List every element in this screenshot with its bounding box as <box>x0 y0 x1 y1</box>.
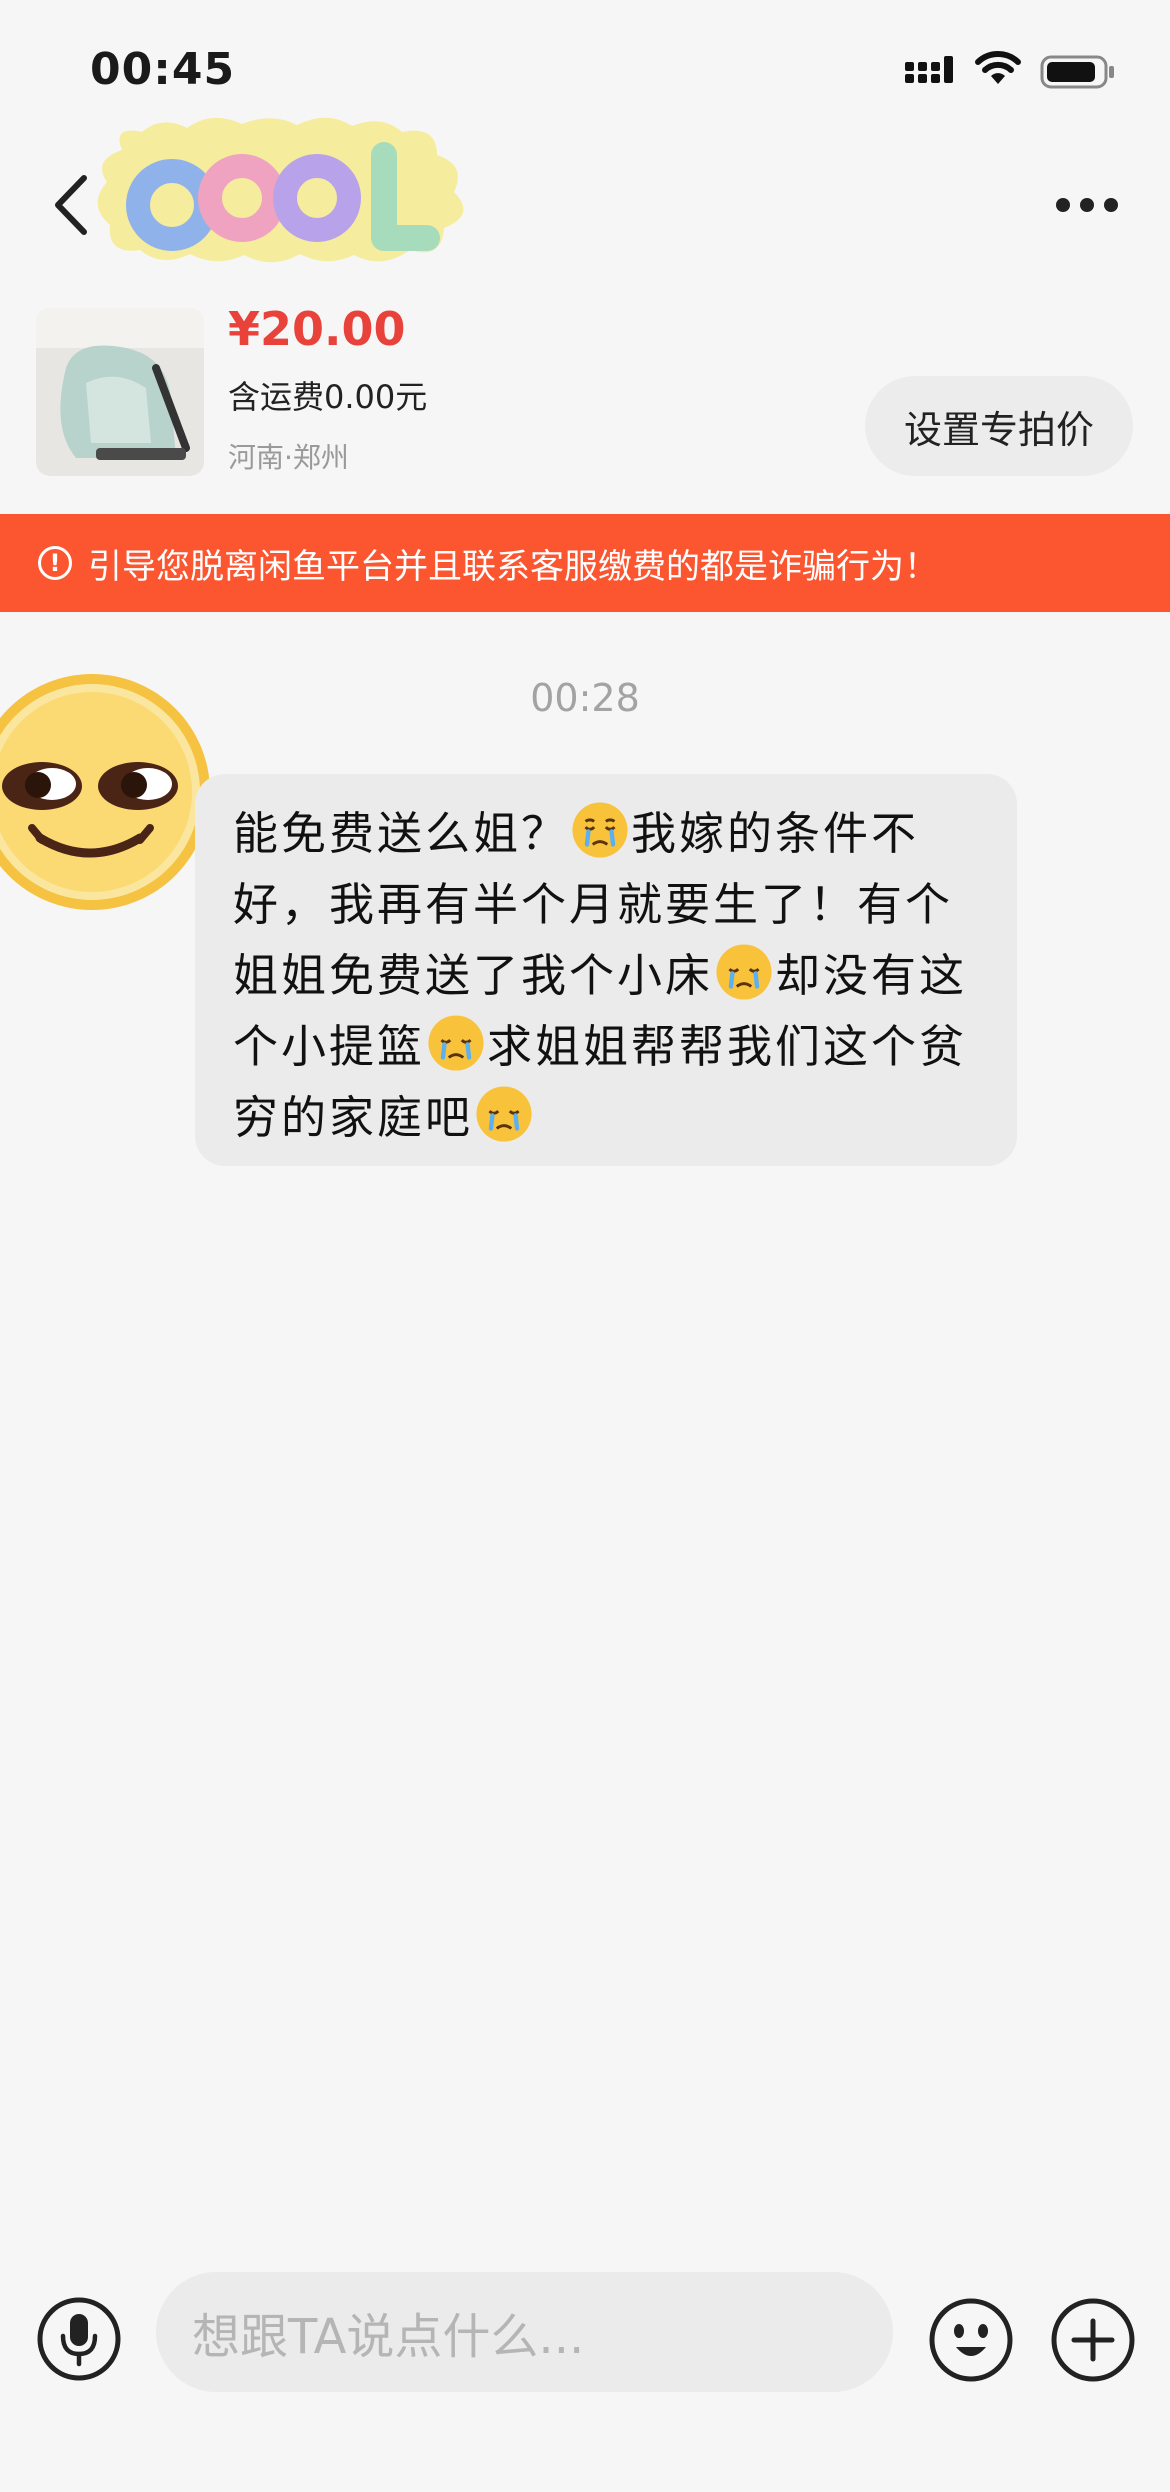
battery-icon <box>1040 55 1114 89</box>
more-options-button[interactable] <box>1056 198 1126 218</box>
dot-icon <box>1056 198 1070 212</box>
message-text: 能免费送么姐？ <box>233 807 570 860</box>
set-special-price-button[interactable]: 设置专拍价 <box>865 376 1133 476</box>
status-time: 00:45 <box>90 44 236 95</box>
crying-face-emoji-icon <box>428 1015 484 1071</box>
crying-face-emoji-icon <box>476 1086 532 1142</box>
dot-icon <box>1104 198 1118 212</box>
wifi-icon <box>975 51 1021 84</box>
plus-button[interactable] <box>1050 2297 1136 2383</box>
fraud-warning-banner: ! 引导您脱离闲鱼平台并且联系客服缴费的都是诈骗行为！ <box>0 514 1170 612</box>
signal-icon <box>905 56 953 83</box>
product-location: 河南·郑州 <box>228 441 349 474</box>
warning-icon: ! <box>38 546 72 580</box>
cool-sticker-icon <box>97 117 464 263</box>
message-input[interactable]: 想跟TA说点什么... <box>156 2272 893 2392</box>
crying-face-emoji-icon <box>572 802 628 858</box>
user-avatar[interactable] <box>0 668 222 918</box>
incoming-message-bubble[interactable]: 能免费送么姐？ 我嫁的条件不好，我再有半个月就要生了！有个姐姐免费送了我个小床 却没… <box>195 774 1017 1166</box>
crying-face-emoji-icon <box>716 944 772 1000</box>
emoji-button[interactable] <box>928 2297 1014 2383</box>
product-thumbnail[interactable] <box>36 308 204 476</box>
product-price: ¥20.00 <box>228 302 406 356</box>
shipping-fee: 含运费0.00元 <box>228 378 428 416</box>
warning-text: 引导您脱离闲鱼平台并且联系客服缴费的都是诈骗行为！ <box>88 546 938 587</box>
back-button[interactable] <box>46 170 96 240</box>
voice-input-button[interactable] <box>36 2296 122 2382</box>
dot-icon <box>1080 198 1094 212</box>
